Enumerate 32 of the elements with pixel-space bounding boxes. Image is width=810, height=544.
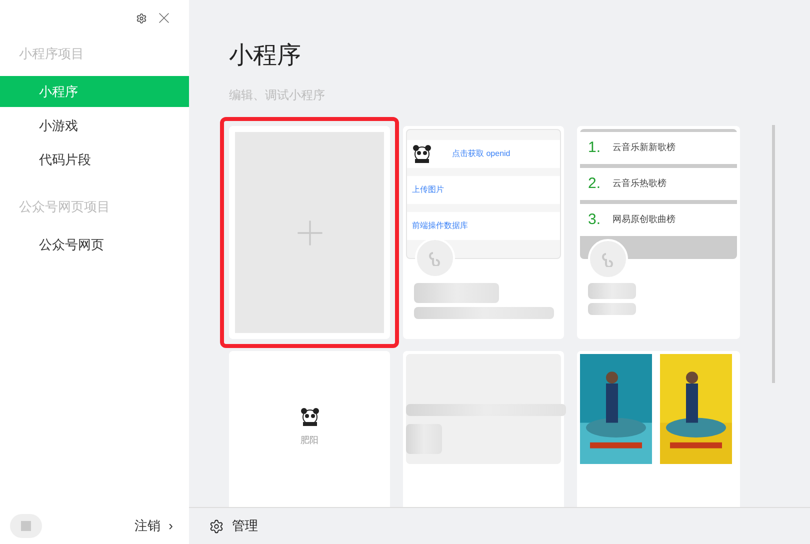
project-name: 肥阳 <box>300 434 318 448</box>
settings-icon <box>209 518 224 534</box>
page-title: 小程序 <box>229 41 302 71</box>
project-card[interactable]: 点击获取 openid 上传图片 前端操作数据库 <box>403 126 564 339</box>
rank-number: 3. <box>588 210 601 230</box>
settings-icon[interactable] <box>136 12 147 24</box>
page-subtitle: 编辑、调试小程序 <box>229 87 326 104</box>
preview-link: 上传图片 <box>412 184 444 196</box>
blurred-name <box>406 424 442 454</box>
preview-link: 点击获取 openid <box>452 148 510 160</box>
manage-button[interactable]: 管理 <box>209 516 258 536</box>
panda-icon <box>412 145 432 163</box>
sidebar-item[interactable]: 代码片段 <box>0 144 189 175</box>
blurred-name <box>588 303 636 315</box>
section-heading: 小程序项目 <box>18 45 85 64</box>
new-project-card[interactable] <box>220 117 399 348</box>
sidebar-item[interactable]: 小游戏 <box>0 110 189 141</box>
rank-number: 2. <box>588 174 601 194</box>
avatar <box>10 514 42 538</box>
chart-name: 云音乐新新歌榜 <box>612 141 676 154</box>
scrollbar[interactable] <box>772 125 775 383</box>
preview-link: 前端操作数据库 <box>412 220 468 232</box>
sidebar-item[interactable]: 公众号网页 <box>0 229 189 260</box>
chart-name: 网易原创歌曲榜 <box>612 213 676 226</box>
project-card[interactable]: 1. 云音乐新新歌榜 2. 云音乐热歌榜 3. 网易原创歌曲榜 <box>577 126 740 339</box>
logout-link[interactable]: 注销 › <box>134 516 173 536</box>
rank-number: 1. <box>588 138 601 158</box>
chart-name: 云音乐热歌榜 <box>612 177 667 190</box>
section-heading: 公众号网页项目 <box>18 198 111 216</box>
panda-icon <box>300 408 320 426</box>
blurred-name <box>588 283 636 299</box>
project-card[interactable] <box>577 351 740 507</box>
